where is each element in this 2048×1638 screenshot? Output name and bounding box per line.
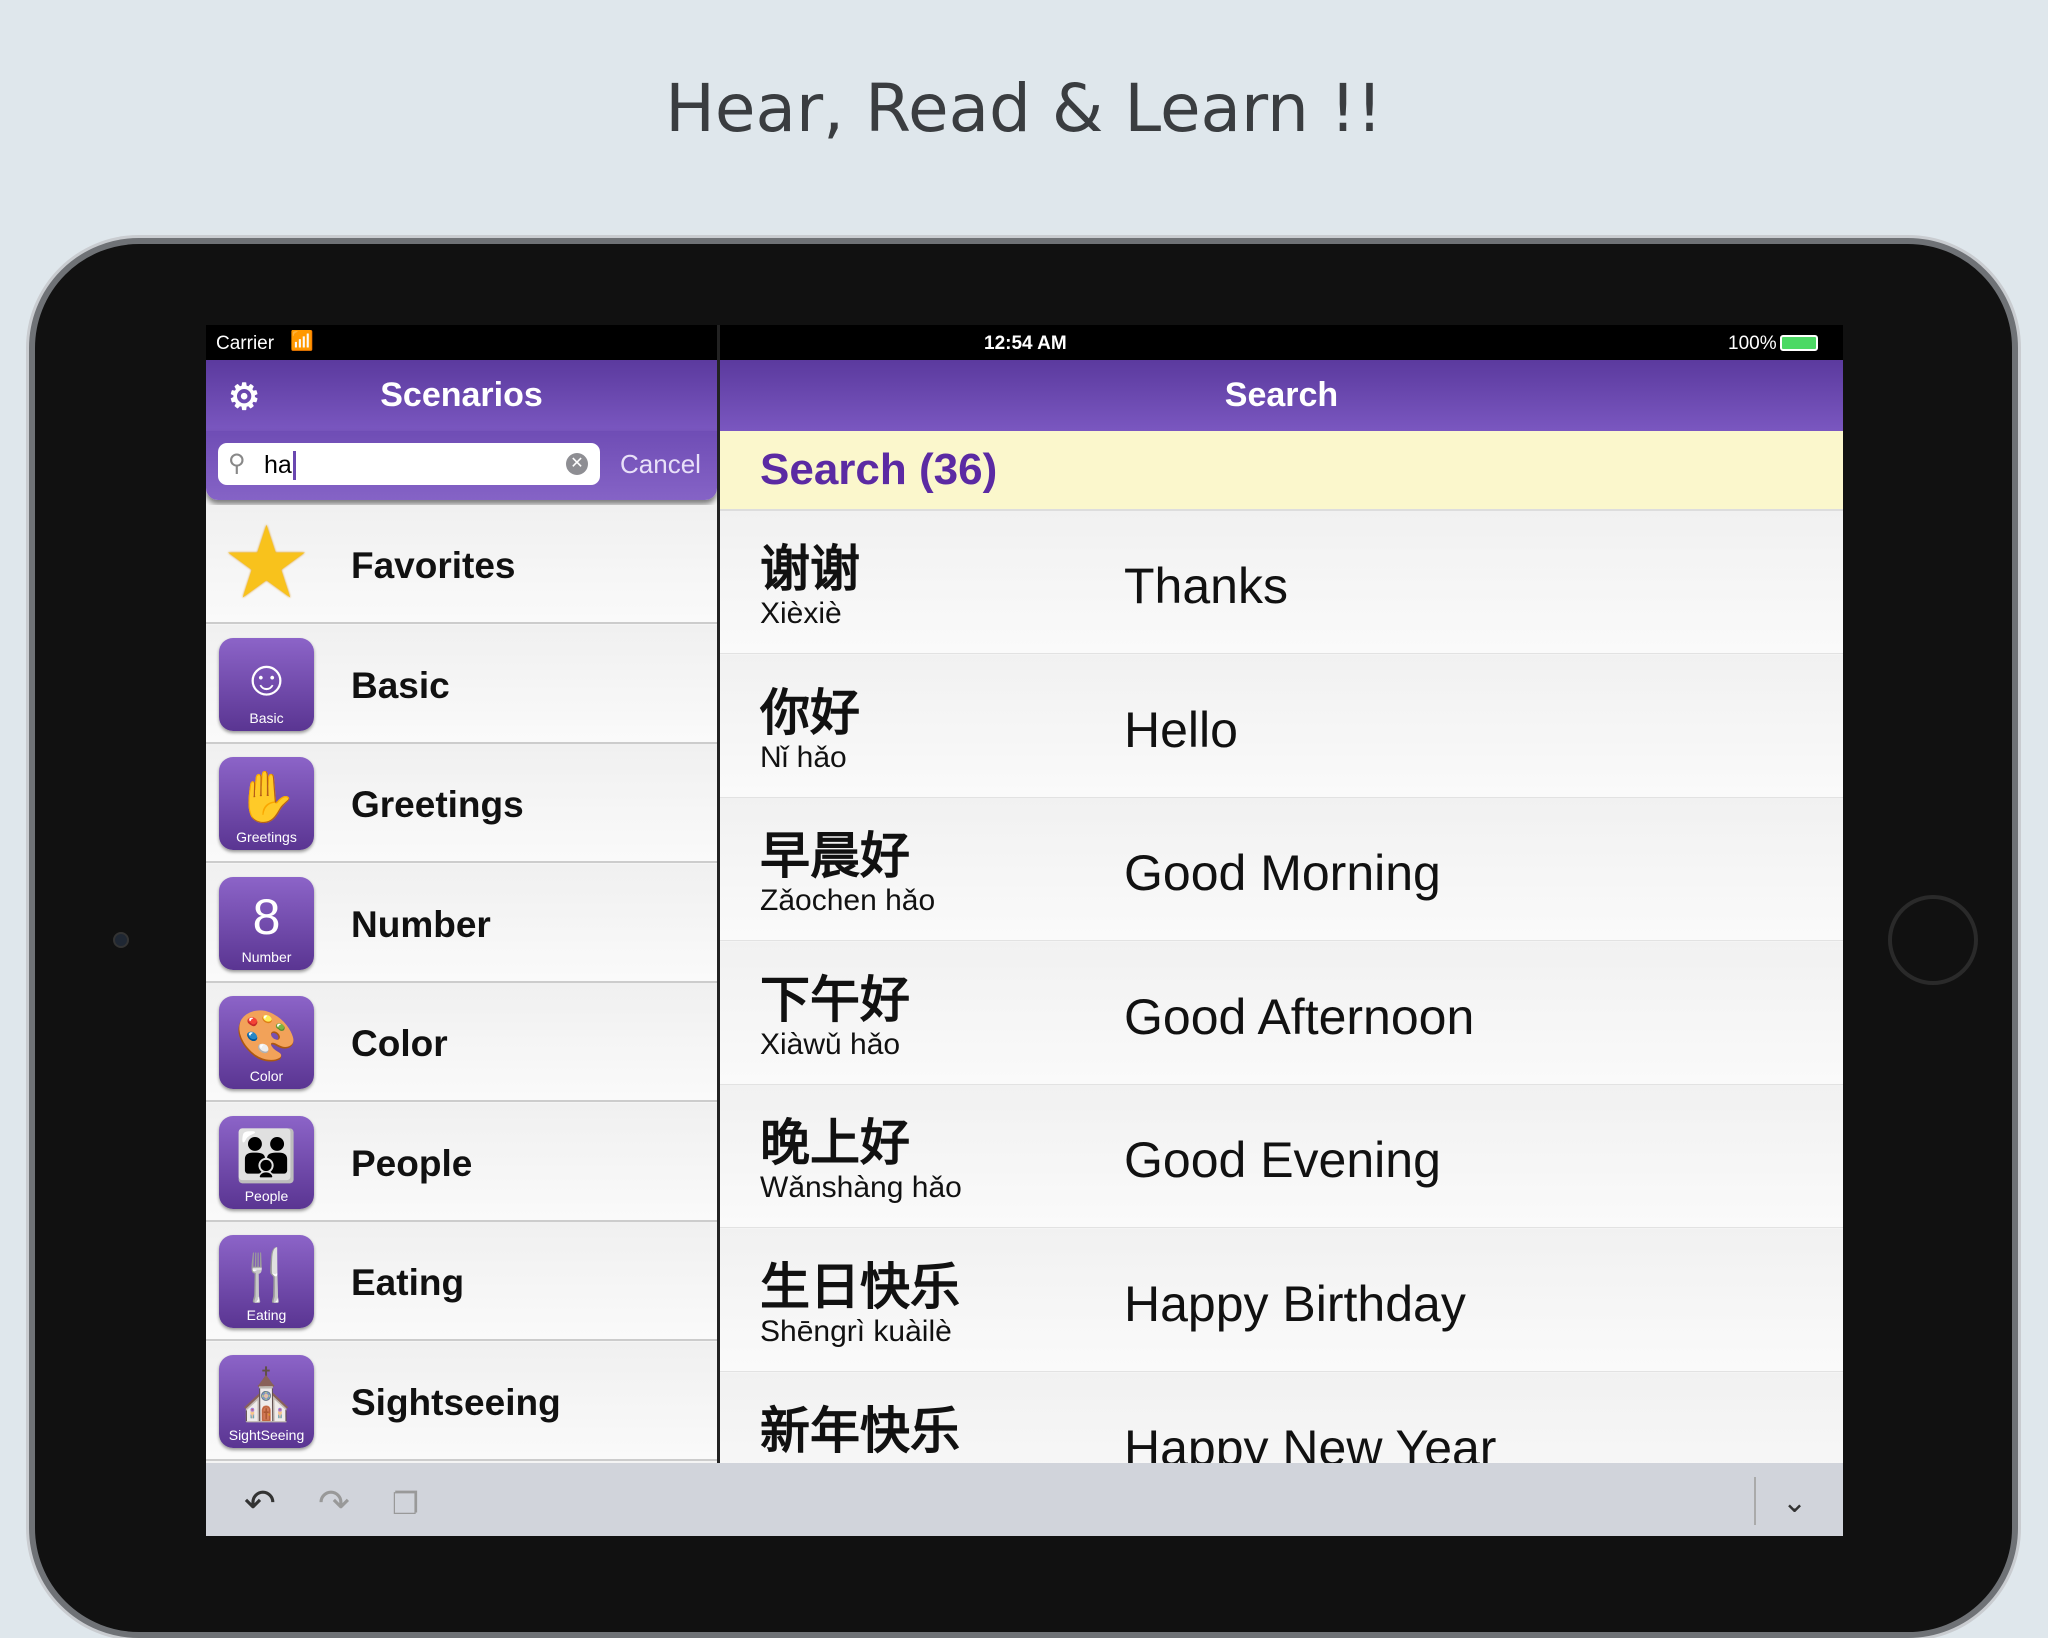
battery-percent: 100% (1728, 333, 1777, 354)
sidebar-item-label: Favorites (351, 545, 516, 586)
sidebar-item-label: Sightseeing (351, 1381, 561, 1423)
battery-icon (1780, 335, 1818, 351)
sidebar-item-basic[interactable]: ☺ Basic Basic (206, 624, 717, 744)
paste-icon[interactable]: ❐ (392, 1487, 419, 1522)
pinyin-text: Xièxiè (760, 597, 842, 630)
chinese-text: 生日快乐 (760, 1259, 960, 1315)
icon-badge-label: Number (241, 948, 292, 965)
sidebar-item-label: Number (351, 903, 491, 945)
tower-icon: ⛪ SightSeeing (219, 1354, 314, 1448)
undo-icon[interactable]: ↶ (244, 1481, 276, 1526)
chinese-text: 下午好 (760, 971, 910, 1028)
english-text: Happy Birthday (1124, 1276, 1466, 1332)
status-bar: Carrier 📶 12:54 AM 100% (206, 325, 1843, 360)
results-count: Search (36) (760, 445, 998, 494)
phrase-row[interactable]: 晚上好 Wǎnshàng hǎo Good Evening (720, 1085, 1843, 1229)
icon-badge-label: Color (249, 1068, 284, 1084)
phrase-row[interactable]: 你好 Nǐ hǎo Hello (720, 654, 1843, 798)
sidebar-item-eating[interactable]: 🍴 Eating Eating (206, 1222, 717, 1341)
icon-badge-label: People (244, 1187, 289, 1204)
carrier-label: Carrier (216, 333, 275, 354)
toolbar-divider (1754, 1477, 1756, 1525)
pinyin-text: Shēngrì kuàilè (760, 1315, 952, 1348)
phrase-row[interactable]: 谢谢 Xièxiè Thanks (720, 511, 1843, 654)
chinese-text: 晚上好 (760, 1115, 910, 1172)
right-nav-bar: Search (720, 360, 1843, 431)
phrase-row[interactable]: 下午好 Xiàwǔ hǎo Good Afternoon (720, 941, 1843, 1085)
icon-badge-label: Greetings (236, 829, 297, 845)
cancel-button[interactable]: Cancel (620, 449, 701, 480)
phrase-row[interactable]: 生日快乐 Shēngrì kuàilè Happy Birthday (720, 1229, 1843, 1372)
palette-icon: 🎨 Color (219, 996, 314, 1089)
chinese-text: 你好 (760, 684, 860, 741)
search-icon: ⚲ (228, 450, 246, 477)
sidebar-item-favorites[interactable]: ★ Favorites (206, 505, 717, 624)
sidebar-item-sightseeing[interactable]: ⛪ SightSeeing Sightseeing (206, 1341, 717, 1461)
results-header: Search (36) (720, 431, 1843, 511)
english-text: Hello (1124, 701, 1238, 758)
people-icon: 👪 People (219, 1115, 314, 1209)
sidebar-item-color[interactable]: 🎨 Color Color (206, 983, 717, 1102)
chinese-text: 早晨好 (760, 828, 910, 885)
search-input[interactable]: ⚲ ha ✕ (218, 443, 600, 485)
pinyin-text: Nǐ hǎo (760, 740, 847, 774)
chinese-text: 谢谢 (760, 541, 860, 597)
sidebar-item-greetings[interactable]: ✋ Greetings Greetings (206, 744, 717, 863)
icon-badge-label: Eating (246, 1307, 287, 1323)
pinyin-text: Zǎochen hǎo (760, 884, 936, 918)
right-title: Search (1224, 376, 1339, 414)
english-text: Good Evening (1124, 1132, 1441, 1189)
camera-icon (113, 932, 129, 948)
sidebar-item-people[interactable]: 👪 People People (206, 1102, 717, 1222)
english-text: Thanks (1124, 558, 1288, 614)
gear-icon[interactable]: ⚙ (228, 376, 260, 418)
star-icon: ★ (221, 507, 312, 619)
chevron-down-icon[interactable]: ⌄ (1782, 1485, 1807, 1520)
english-text: Good Afternoon (1124, 988, 1475, 1045)
search-value: ha (264, 451, 296, 480)
screen: Carrier 📶 12:54 AM 100% ⚙ Scenarios Sear… (206, 325, 1843, 1536)
chinese-text: 新年快乐 (760, 1402, 960, 1459)
icon-badge-label: SightSeeing (228, 1426, 305, 1443)
english-text: Good Morning (1124, 845, 1441, 902)
hand-icon: ✋ Greetings (219, 757, 314, 850)
clock: 12:54 AM (984, 333, 1067, 354)
icon-badge-label: Basic (249, 709, 284, 726)
wifi-icon: 📶 (290, 331, 314, 352)
sidebar-item-label: People (351, 1142, 473, 1184)
left-title: Scenarios (380, 376, 543, 414)
headline: Hear, Read & Learn !! (665, 70, 1383, 147)
cutlery-icon: 🍴 Eating (219, 1235, 314, 1328)
sidebar-item-label: Basic (351, 664, 450, 706)
home-button[interactable] (1888, 895, 1978, 985)
sidebar-item-label: Greetings (351, 784, 524, 825)
sidebar-item-number[interactable]: 8 Number Number (206, 863, 717, 983)
clear-icon[interactable]: ✕ (566, 453, 588, 475)
pinyin-text: Xiàwǔ hǎo (760, 1027, 901, 1061)
keyboard-toolbar: ↶ ↷ ❐ ⌄ (206, 1463, 1843, 1536)
redo-icon[interactable]: ↷ (318, 1481, 350, 1526)
left-nav-bar: ⚙ Scenarios (206, 360, 717, 431)
sidebar-item-label: Eating (351, 1262, 465, 1303)
search-bar: ⚲ ha ✕ Cancel (206, 431, 717, 500)
smiley-icon: ☺ Basic (219, 637, 314, 731)
split-divider (717, 325, 720, 1536)
pinyin-text: Wǎnshàng hǎo (760, 1171, 962, 1205)
sidebar-item-label: Color (351, 1023, 448, 1064)
number-icon: 8 Number (219, 876, 314, 970)
phrase-row[interactable]: 早晨好 Zǎochen hǎo Good Morning (720, 798, 1843, 942)
